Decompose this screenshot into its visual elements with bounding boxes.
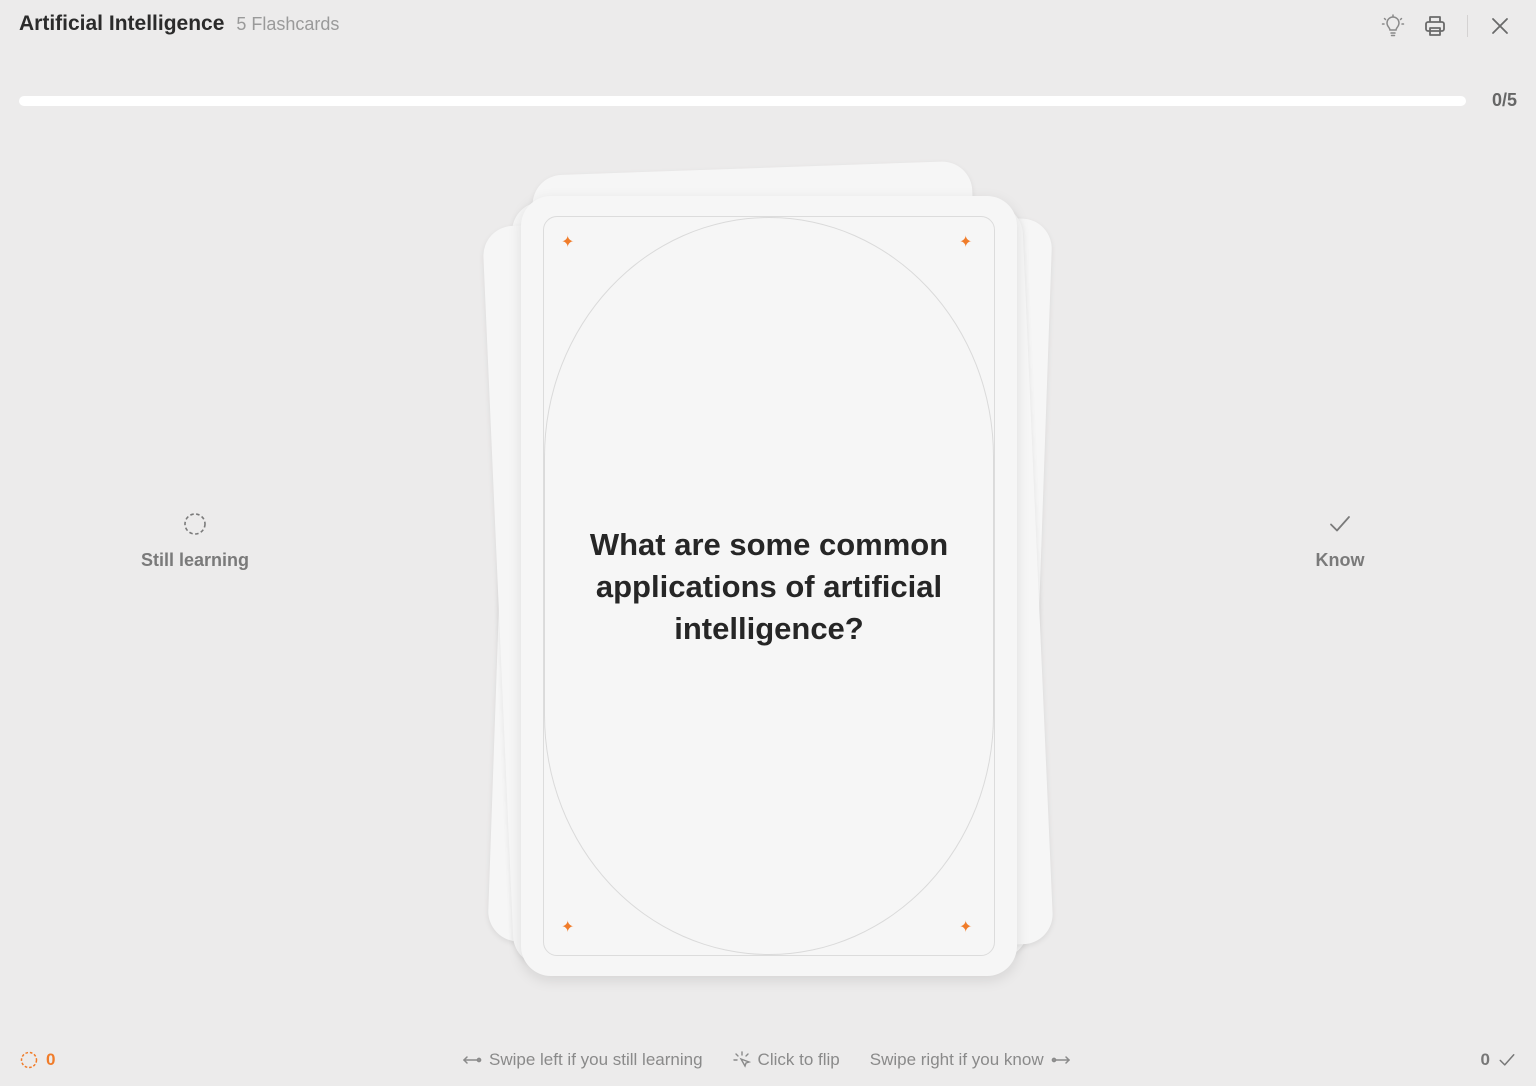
hint-click-flip: Click to flip xyxy=(732,1050,840,1070)
know-label: Know xyxy=(1315,550,1365,570)
print-button[interactable] xyxy=(1421,12,1449,40)
sparkle-icon: ✦ xyxy=(561,234,575,251)
dashed-circle-icon xyxy=(20,1051,38,1069)
sparkle-icon: ✦ xyxy=(959,234,973,251)
toolbar-divider xyxy=(1467,15,1468,37)
hint-swipe-right: Swipe right if you know xyxy=(870,1050,1071,1070)
dashed-circle-icon xyxy=(184,513,206,535)
still-learning-label: Still learning xyxy=(140,550,250,570)
flashcard-count: 5 Flashcards xyxy=(236,14,340,34)
card-question: What are some common applications of art… xyxy=(589,527,949,646)
close-icon xyxy=(1492,18,1508,34)
checkmark-icon xyxy=(1499,1054,1515,1066)
know-count: 0 xyxy=(1480,1050,1490,1069)
hint-swipe-left-text: Swipe left if you still learning xyxy=(489,1050,703,1069)
header: Artificial Intelligence 5 Flashcards xyxy=(19,12,339,40)
sparkle-icon: ✦ xyxy=(959,919,973,936)
progress-count: 0/5 xyxy=(1491,90,1517,110)
swipe-right-icon xyxy=(1051,1056,1070,1064)
top-actions xyxy=(1379,10,1514,42)
hint-button[interactable] xyxy=(1379,12,1407,40)
know-button[interactable]: Know xyxy=(1250,512,1430,571)
lightbulb-icon xyxy=(1381,14,1405,37)
checkmark-icon xyxy=(1330,516,1350,532)
sparkle-icon: ✦ xyxy=(561,919,575,936)
hint-click-flip-text: Click to flip xyxy=(757,1050,840,1069)
know-counter: 0 xyxy=(1481,1050,1516,1070)
hint-swipe-right-text: Swipe right if you know xyxy=(869,1050,1044,1069)
still-learning-button[interactable]: Still learning xyxy=(105,512,285,571)
tap-icon xyxy=(732,1051,751,1068)
still-learning-count: 0 xyxy=(46,1050,56,1069)
progress-bar xyxy=(19,96,1466,106)
hint-swipe-left: Swipe left if you still learning xyxy=(462,1050,703,1070)
gesture-hints: Swipe left if you still learning Click t… xyxy=(462,1050,1071,1070)
flashcard-front[interactable]: ✦ ✦ ✦ ✦ What are some common application… xyxy=(521,196,1017,976)
swipe-left-icon xyxy=(462,1056,482,1064)
deck-title: Artificial Intelligence xyxy=(19,12,225,35)
close-button[interactable] xyxy=(1486,12,1514,40)
still-learning-counter: 0 xyxy=(20,1050,55,1070)
printer-icon xyxy=(1425,16,1445,36)
